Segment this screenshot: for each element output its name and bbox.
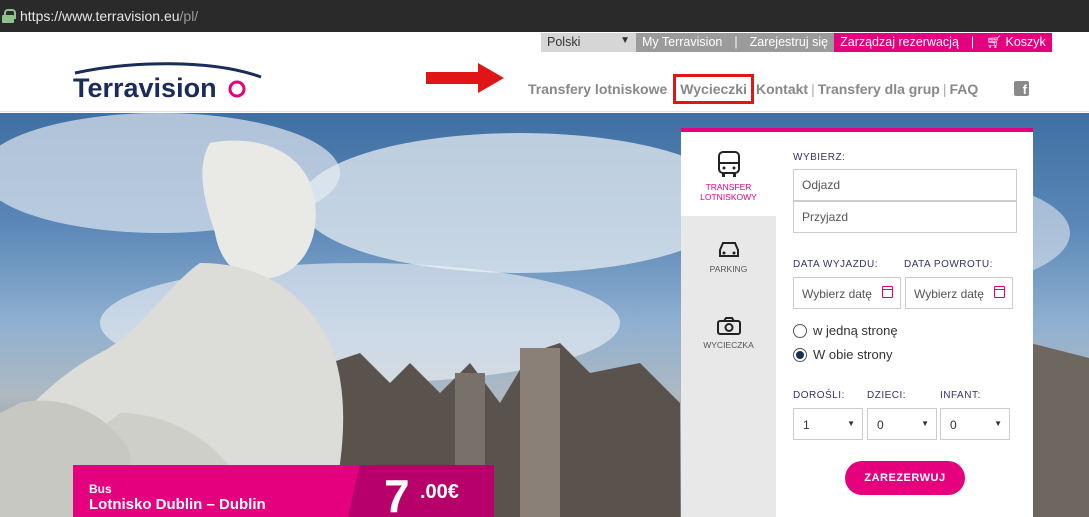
caret-down-icon: ▼	[994, 419, 1002, 428]
browser-address-bar[interactable]: https://www.terravision.eu/pl/	[0, 0, 1089, 32]
calendar-icon	[994, 286, 1005, 298]
nav-group-transfers[interactable]: Transfery dla grup	[818, 81, 940, 97]
language-value: Polski	[547, 35, 581, 49]
tab-label-line2: LOTNISKOWY	[700, 192, 757, 202]
promo-type: Bus	[89, 482, 112, 496]
departure-input[interactable]: Odjazd	[793, 169, 1017, 201]
tab-label-line1: TRANSFER	[705, 182, 752, 192]
arrival-input[interactable]: Przyjazd	[793, 201, 1017, 233]
promo-banner[interactable]: Bus Lotnisko Dublin – Dublin 7 .00€	[73, 465, 494, 517]
facebook-icon[interactable]: f	[1014, 81, 1029, 96]
booking-widget: TRANSFER LOTNISKOWY PARKING WYCIECZKA WY…	[681, 128, 1033, 517]
divider: |	[811, 81, 815, 97]
cart-icon: 🛒︎	[986, 35, 1003, 49]
infant-label: INFANT:	[940, 390, 981, 401]
one-way-radio[interactable]	[793, 323, 807, 338]
children-label: DZIECI:	[867, 390, 907, 401]
top-utility-bar: Polski ▼ My Terravision | Zarejestruj si…	[541, 33, 1052, 52]
tab-label: PARKING	[709, 264, 748, 274]
round-trip-label: W obie strony	[813, 347, 893, 362]
one-way-label: w jedną stronę	[813, 323, 898, 338]
lock-icon	[2, 9, 16, 23]
camera-icon	[716, 317, 741, 335]
round-trip-radio[interactable]	[793, 347, 807, 362]
promo-price-box: 7 .00€	[348, 465, 494, 517]
booking-tabs: TRANSFER LOTNISKOWY PARKING WYCIECZKA	[681, 132, 776, 517]
red-arrow-annotation	[426, 63, 504, 93]
nav-tours[interactable]: Wycieczki	[673, 74, 754, 104]
car-icon	[718, 242, 739, 257]
promo-route: Lotnisko Dublin – Dublin	[89, 496, 266, 513]
site-header: Polski ▼ My Terravision | Zarejestruj si…	[0, 32, 1089, 112]
divider: |	[964, 33, 981, 52]
cart-label: Koszyk	[1005, 35, 1046, 49]
adults-select[interactable]: 1 ▼	[793, 408, 863, 440]
bus-icon	[717, 151, 740, 177]
tab-parking[interactable]: PARKING	[681, 240, 776, 300]
cart-link[interactable]: 🛒︎ Koszyk	[980, 33, 1052, 52]
tab-tour[interactable]: WYCIECZKA	[681, 316, 776, 376]
book-button[interactable]: ZAREZERWUJ	[845, 461, 965, 495]
date-placeholder: Wybierz datę	[914, 287, 984, 301]
divider: |	[942, 81, 947, 97]
return-date-picker[interactable]: Wybierz datę	[905, 277, 1013, 309]
nav-airport-transfers[interactable]: Transfery lotniskowe	[528, 81, 667, 97]
logo-text: Terravision	[73, 73, 217, 103]
children-value: 0	[877, 418, 884, 432]
calendar-icon	[882, 286, 893, 298]
url-path: /pl/	[179, 8, 199, 24]
departure-date-picker[interactable]: Wybierz datę	[793, 277, 901, 309]
children-select[interactable]: 0 ▼	[867, 408, 937, 440]
adults-value: 1	[803, 418, 810, 432]
infant-select[interactable]: 0 ▼	[940, 408, 1010, 440]
infant-value: 0	[950, 418, 957, 432]
nav-contact[interactable]: Kontakt	[756, 81, 808, 97]
date-placeholder: Wybierz datę	[802, 287, 872, 301]
main-nav: Transfery lotniskowe Wycieczki Kontakt |…	[528, 74, 979, 104]
url-host: https://www.terravision.eu	[20, 8, 180, 24]
departure-date-label: DATA WYJAZDU:	[793, 259, 879, 270]
choose-label: WYBIERZ:	[793, 152, 846, 163]
adults-label: DOROŚLI:	[793, 390, 845, 401]
language-select[interactable]: Polski ▼	[541, 33, 636, 52]
round-trip-option[interactable]: W obie strony	[793, 347, 892, 362]
one-way-option[interactable]: w jedną stronę	[793, 323, 898, 338]
caret-down-icon: ▼	[847, 419, 855, 428]
promo-price-integer: 7	[384, 470, 410, 517]
divider: |	[728, 33, 744, 52]
register-link[interactable]: Zarejestruj się	[743, 33, 835, 52]
caret-down-icon: ▼	[921, 419, 929, 428]
return-date-label: DATA POWROTU:	[904, 259, 993, 270]
my-account-link[interactable]: My Terravision	[636, 33, 729, 52]
tab-label: WYCIECZKA	[703, 340, 754, 350]
promo-price-decimal: .00€	[420, 481, 459, 503]
nav-faq[interactable]: FAQ	[950, 81, 979, 97]
tab-airport-transfer[interactable]: TRANSFER LOTNISKOWY	[681, 132, 776, 216]
terravision-logo[interactable]: Terravision	[71, 59, 271, 105]
manage-booking-link[interactable]: Zarządzaj rezerwacją	[834, 33, 965, 52]
caret-down-icon: ▼	[620, 35, 630, 46]
